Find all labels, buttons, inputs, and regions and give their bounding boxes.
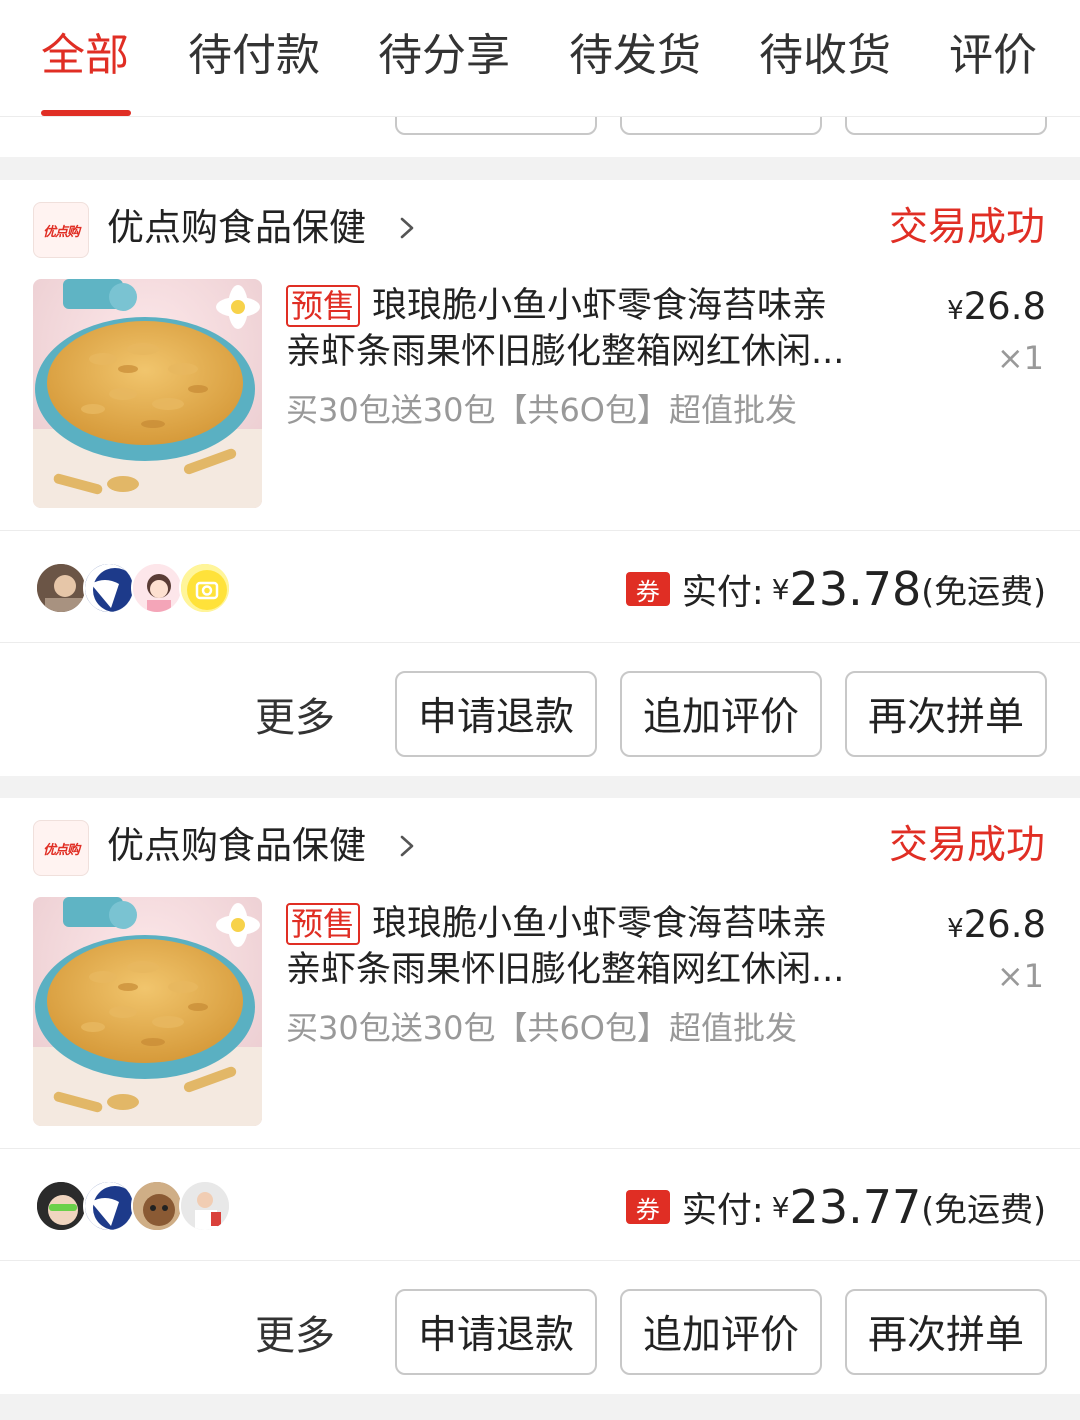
coupon-icon: 券 xyxy=(625,572,670,606)
avatar xyxy=(131,1180,183,1232)
add-review-button[interactable]: 追加评价 xyxy=(620,1289,822,1375)
price-currency: ¥ xyxy=(947,296,964,326)
product-spec: 买30包送30包【共6O包】超值批发 xyxy=(286,391,797,429)
divider xyxy=(0,530,1080,531)
divider xyxy=(0,1148,1080,1149)
previous-refund-button[interactable] xyxy=(395,117,597,135)
divider xyxy=(0,1260,1080,1261)
previous-order-card-partial xyxy=(0,117,1080,157)
order-tabs: 全部 待付款 待分享 待发货 待收货 评价 xyxy=(0,0,1080,117)
presale-badge: 预售 xyxy=(286,903,361,945)
tab-all[interactable]: 全部 xyxy=(41,28,129,84)
price-value: 26.8 xyxy=(963,903,1046,946)
product-price: ¥26.8 xyxy=(947,284,1046,334)
group-member-avatars[interactable] xyxy=(35,562,245,614)
product-title[interactable]: 预售 琅琅脆小鱼小虾零食海苔味亲 亲虾条雨果怀旧膨化整箱网红休闲... xyxy=(286,283,926,375)
paid-amount: 23.77 xyxy=(789,1180,922,1234)
avatar xyxy=(179,1180,231,1232)
price-currency: ¥ xyxy=(947,914,964,944)
shop-logo[interactable]: 优点购 xyxy=(33,202,89,258)
product-image[interactable] xyxy=(33,279,262,508)
tab-pending-share[interactable]: 待分享 xyxy=(378,28,510,84)
product-image[interactable] xyxy=(33,897,262,1126)
avatar xyxy=(35,562,87,614)
product-spec: 买30包送30包【共6O包】超值批发 xyxy=(286,1009,797,1047)
tab-pending-receipt[interactable]: 待收货 xyxy=(759,28,891,84)
order-card[interactable]: 优点购 优点购食品保健 交易成功 预售 琅琅脆小鱼小虾零食海苔味亲 亲虾条雨果怀… xyxy=(0,180,1080,776)
group-member-avatars[interactable] xyxy=(35,1180,245,1232)
previous-review-button[interactable] xyxy=(620,117,822,135)
shop-name[interactable]: 优点购食品保健 xyxy=(107,821,366,871)
reorder-button[interactable]: 再次拼单 xyxy=(845,1289,1047,1375)
coupon-icon: 券 xyxy=(625,1190,670,1224)
product-title[interactable]: 预售 琅琅脆小鱼小虾零食海苔味亲 亲虾条雨果怀旧膨化整箱网红休闲... xyxy=(286,901,926,993)
shop-logo-text: 优点购 xyxy=(42,224,80,240)
add-review-button[interactable]: 追加评价 xyxy=(620,671,822,757)
shipping-note: (免运费) xyxy=(921,572,1046,611)
tab-pending-shipment[interactable]: 待发货 xyxy=(569,28,701,84)
shop-logo[interactable]: 优点购 xyxy=(33,820,89,876)
avatar xyxy=(35,1180,87,1232)
avatar xyxy=(83,1180,135,1232)
request-refund-button[interactable]: 申请退款 xyxy=(395,1289,597,1375)
more-button[interactable]: 更多 xyxy=(255,690,335,746)
order-status: 交易成功 xyxy=(888,823,1045,868)
paid-label: 实付: xyxy=(681,1190,764,1231)
paid-currency: ¥ xyxy=(771,572,790,606)
product-quantity: ×1 xyxy=(996,339,1044,377)
avatar xyxy=(131,562,183,614)
paid-label: 实付: xyxy=(681,572,764,613)
product-title-line1: 琅琅脆小鱼小虾零食海苔味亲 xyxy=(372,286,828,326)
shipping-note: (免运费) xyxy=(921,1190,1046,1229)
previous-reorder-button[interactable] xyxy=(845,117,1047,135)
product-quantity: ×1 xyxy=(996,957,1044,995)
price-value: 26.8 xyxy=(963,285,1046,328)
shop-logo-text: 优点购 xyxy=(42,842,80,858)
order-card[interactable]: 优点购 优点购食品保健 交易成功 预售 琅琅脆小鱼小虾零食海苔味亲 亲虾条雨果怀… xyxy=(0,798,1080,1394)
reorder-button[interactable]: 再次拼单 xyxy=(845,671,1047,757)
camera-avatar xyxy=(179,562,231,614)
paid-amount: 23.78 xyxy=(789,562,922,616)
shop-name[interactable]: 优点购食品保健 xyxy=(107,203,366,253)
divider xyxy=(0,642,1080,643)
active-tab-indicator xyxy=(41,110,131,116)
amount-paid: 券 实付: ¥ 23.78 (免运费) xyxy=(625,561,1046,617)
tab-pending-payment[interactable]: 待付款 xyxy=(188,28,320,84)
avatar xyxy=(83,562,135,614)
chevron-right-icon[interactable] xyxy=(396,217,418,239)
presale-badge: 预售 xyxy=(286,285,361,327)
chevron-right-icon[interactable] xyxy=(396,835,418,857)
amount-paid: 券 实付: ¥ 23.77 (免运费) xyxy=(625,1179,1046,1235)
order-status: 交易成功 xyxy=(888,205,1045,250)
product-price: ¥26.8 xyxy=(947,902,1046,952)
tab-review[interactable]: 评价 xyxy=(949,28,1037,84)
paid-currency: ¥ xyxy=(771,1190,790,1224)
product-title-line2: 亲虾条雨果怀旧膨化整箱网红休闲... xyxy=(286,332,845,372)
product-title-line2: 亲虾条雨果怀旧膨化整箱网红休闲... xyxy=(286,950,845,990)
product-title-line1: 琅琅脆小鱼小虾零食海苔味亲 xyxy=(372,904,828,944)
more-button[interactable]: 更多 xyxy=(255,1308,335,1364)
request-refund-button[interactable]: 申请退款 xyxy=(395,671,597,757)
